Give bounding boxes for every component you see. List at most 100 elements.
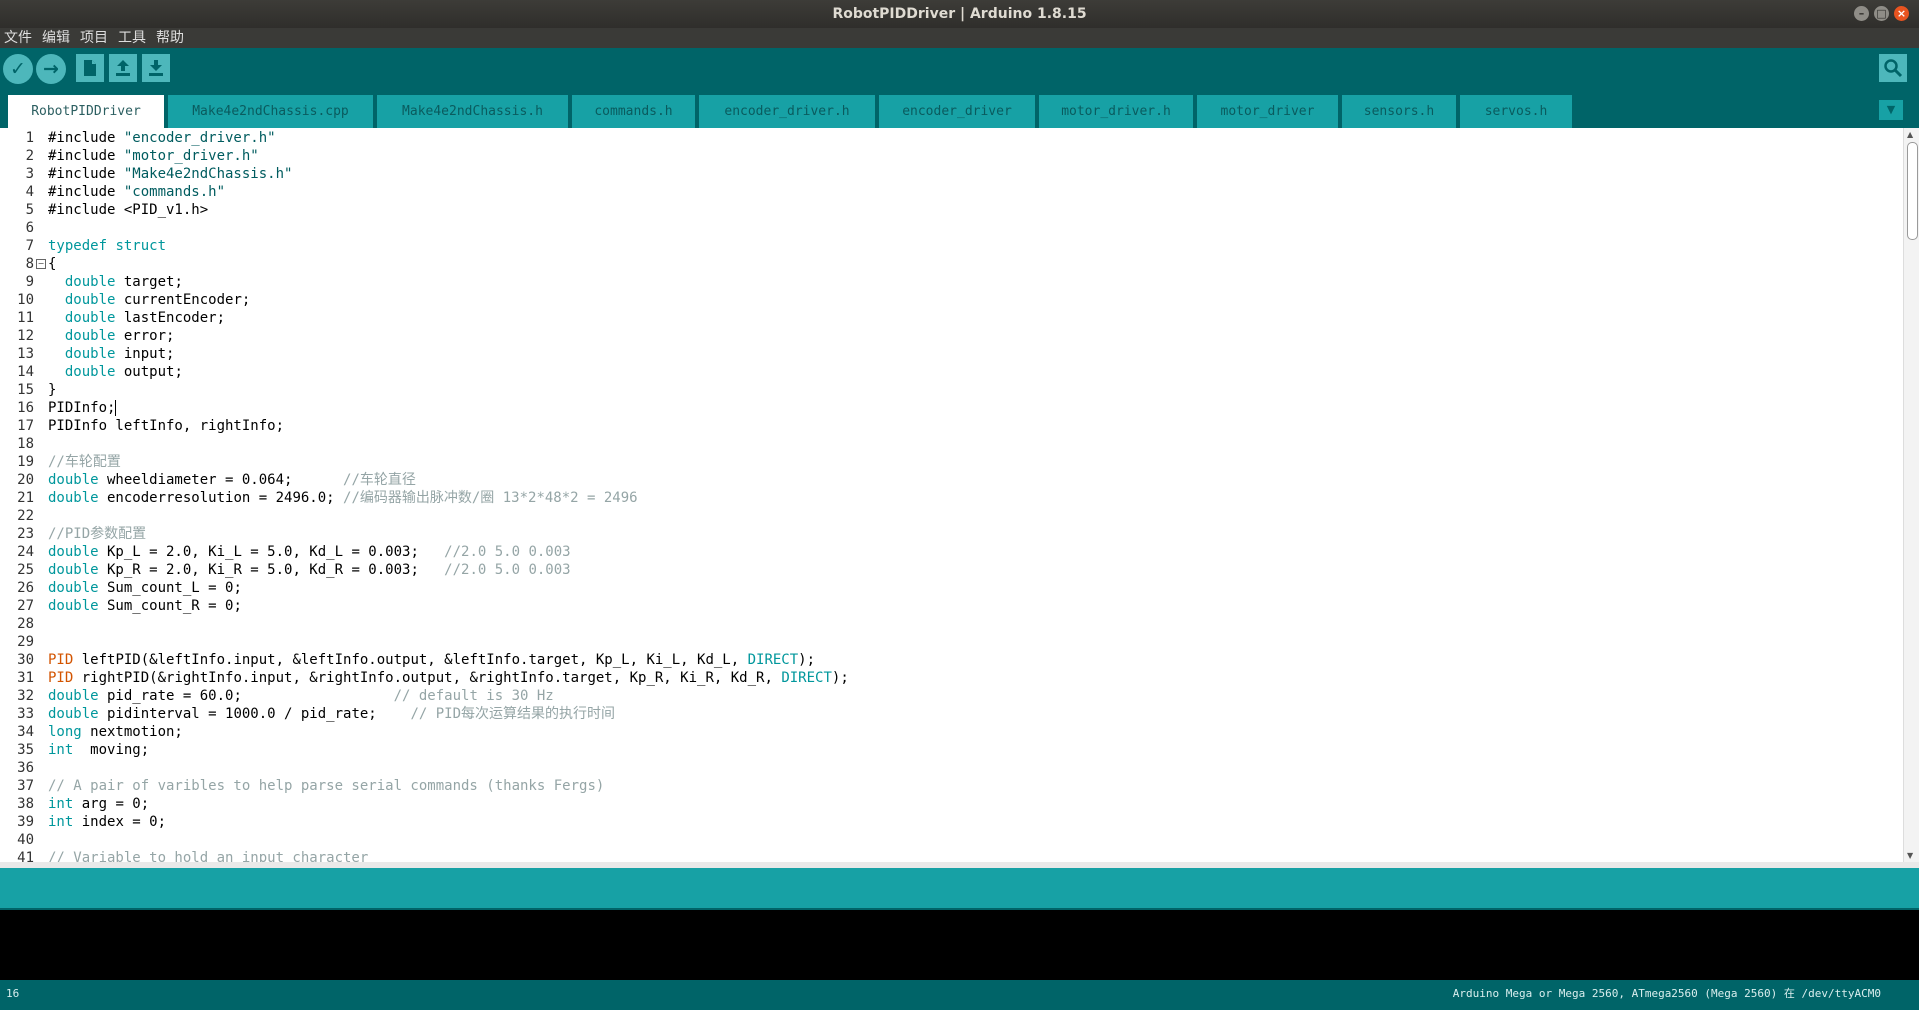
code-line[interactable]: //车轮配置	[48, 453, 121, 471]
tab-menu-button[interactable]: ▼	[1879, 100, 1903, 120]
code-token: DIRECT	[747, 652, 799, 668]
menu-edit[interactable]: 编辑	[42, 28, 70, 48]
code-token: double	[48, 688, 99, 704]
line-number: 36	[17, 760, 34, 776]
code-token: // Variable to hold an input character	[48, 850, 369, 862]
close-button[interactable]: ×	[1894, 6, 1909, 21]
code-token: {	[48, 256, 57, 272]
line-number: 14	[17, 364, 34, 380]
tab-sensors-h[interactable]: sensors.h	[1342, 95, 1456, 128]
code-line[interactable]: double pidinterval = 1000.0 / pid_rate; …	[48, 705, 615, 723]
code-token: PID	[48, 652, 74, 668]
code-token: // default is 30 Hz	[393, 688, 554, 704]
menu-help[interactable]: 帮助	[156, 28, 184, 48]
open-sketch-button[interactable]	[109, 54, 137, 82]
new-sketch-button[interactable]	[76, 54, 104, 82]
line-number: 24	[17, 544, 34, 560]
tab-encoder-driver[interactable]: encoder_driver	[879, 95, 1035, 128]
code-token: double	[48, 472, 99, 488]
upload-button[interactable]: →	[36, 54, 66, 84]
save-sketch-button[interactable]	[142, 54, 170, 82]
code-line[interactable]: // A pair of varibles to help parse seri…	[48, 777, 604, 795]
code-line[interactable]: int arg = 0;	[48, 795, 149, 813]
tab-make4e2ndchassis-h[interactable]: Make4e2ndChassis.h	[377, 95, 568, 128]
code-line[interactable]: double encoderresolution = 2496.0; //编码器…	[48, 489, 638, 507]
minimize-button[interactable]: –	[1854, 6, 1869, 21]
code-line[interactable]: int index = 0;	[48, 813, 166, 831]
line-number: 39	[17, 814, 34, 830]
code-line[interactable]: #include "Make4e2ndChassis.h"	[48, 165, 292, 183]
code-token: encoderresolution = 2496.0;	[98, 490, 344, 506]
code-token: typedef	[48, 238, 108, 254]
fold-toggle-icon[interactable]: −	[36, 259, 46, 269]
code-token: double	[48, 562, 99, 578]
code-token: PIDInfo leftInfo, rightInfo;	[48, 418, 285, 434]
code-line[interactable]: double input;	[48, 345, 175, 363]
code-line[interactable]: double wheeldiameter = 0.064; //车轮直径	[48, 471, 416, 489]
tab-motor-driver[interactable]: motor_driver	[1197, 95, 1338, 128]
line-number: 10	[17, 292, 34, 308]
code-line[interactable]: PIDInfo;	[48, 399, 117, 417]
code-token: "encoder_driver.h"	[123, 130, 276, 146]
serial-monitor-button[interactable]	[1879, 54, 1907, 82]
code-line[interactable]: long nextmotion;	[48, 723, 183, 741]
menu-file[interactable]: 文件	[4, 28, 32, 48]
code-line[interactable]: double pid_rate = 60.0; // default is 30…	[48, 687, 554, 705]
menu-sketch[interactable]: 项目	[80, 28, 108, 48]
code-line[interactable]: double Kp_R = 2.0, Ki_R = 5.0, Kd_R = 0.…	[48, 561, 571, 579]
code-line[interactable]: PID rightPID(&rightInfo.input, &rightInf…	[48, 669, 849, 687]
code-line[interactable]: #include "commands.h"	[48, 183, 225, 201]
line-number: 34	[17, 724, 34, 740]
code-line[interactable]: #include <PID_v1.h>	[48, 201, 208, 219]
tab-encoder-driver-h[interactable]: encoder_driver.h	[699, 95, 875, 128]
console-output[interactable]	[0, 908, 1919, 980]
maximize-button[interactable]: □	[1874, 6, 1889, 21]
verify-button[interactable]: ✓	[3, 54, 33, 84]
code-token: double	[64, 364, 116, 380]
scroll-up-icon[interactable]: ▲	[1907, 130, 1913, 139]
code-line[interactable]: double output;	[48, 363, 183, 381]
code-line[interactable]: double Kp_L = 2.0, Ki_L = 5.0, Kd_L = 0.…	[48, 543, 571, 561]
code-line[interactable]: double Sum_count_R = 0;	[48, 597, 242, 615]
code-line[interactable]: }	[48, 381, 56, 399]
code-token: double	[48, 490, 99, 506]
code-token: pidinterval = 1000.0 / pid_rate;	[98, 706, 411, 722]
code-line[interactable]: PID leftPID(&leftInfo.input, &leftInfo.o…	[48, 651, 815, 669]
tab-commands-h[interactable]: commands.h	[572, 95, 695, 128]
code-line[interactable]: double error;	[48, 327, 175, 345]
code-token: double	[64, 310, 116, 326]
vertical-scrollbar[interactable]: ▲ ▼	[1903, 128, 1919, 862]
code-line[interactable]: {	[48, 255, 56, 273]
tab-motor-driver-h[interactable]: motor_driver.h	[1039, 95, 1193, 128]
code-token: //2.0 5.0 0.003	[444, 544, 571, 560]
code-line[interactable]: double currentEncoder;	[48, 291, 250, 309]
line-number: 29	[17, 634, 34, 650]
line-number: 26	[17, 580, 34, 596]
code-line[interactable]: PIDInfo leftInfo, rightInfo;	[48, 417, 284, 435]
code-editor[interactable]: 1 2 3 4 5 6 7 8 9 10 11 12 13 14 15 16 17 18 19 20 21 22 23 24 2…	[0, 128, 1919, 862]
code-line[interactable]: double target;	[48, 273, 183, 291]
code-line[interactable]: // Variable to hold an input character	[48, 849, 368, 862]
scrollbar-thumb[interactable]	[1907, 142, 1918, 240]
code-line[interactable]: typedef struct	[48, 237, 166, 255]
code-line[interactable]: #include "motor_driver.h"	[48, 147, 259, 165]
chevron-down-icon: ▼	[1886, 103, 1896, 116]
code-line[interactable]: double Sum_count_L = 0;	[48, 579, 242, 597]
code-line[interactable]: int moving;	[48, 741, 149, 759]
code-line[interactable]: #include "encoder_driver.h"	[48, 129, 276, 147]
tab-make4e2ndchassis-cpp[interactable]: Make4e2ndChassis.cpp	[168, 95, 373, 128]
tabs-bar: RobotPIDDriver Make4e2ndChassis.cpp Make…	[0, 90, 1919, 128]
code-token: "commands.h"	[123, 184, 226, 200]
tab-robotpiddriver[interactable]: RobotPIDDriver	[8, 95, 164, 128]
line-number: 9	[25, 274, 34, 290]
code-line[interactable]: double lastEncoder;	[48, 309, 225, 327]
code-token: index = 0;	[73, 814, 167, 830]
line-number: 20	[17, 472, 34, 488]
current-line-number: 16	[6, 987, 20, 1000]
tab-servos-h[interactable]: servos.h	[1460, 95, 1572, 128]
line-number: 15	[17, 382, 34, 398]
scroll-down-icon[interactable]: ▼	[1907, 851, 1913, 860]
menu-tools[interactable]: 工具	[118, 28, 146, 48]
code-line[interactable]: //PID参数配置	[48, 525, 146, 543]
